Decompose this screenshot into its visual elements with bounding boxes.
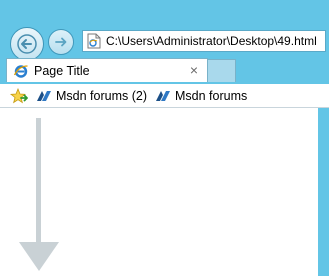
close-icon[interactable]: × — [187, 62, 201, 78]
back-arrow-icon — [17, 34, 37, 54]
new-tab-button[interactable] — [208, 59, 236, 82]
forward-button[interactable] — [48, 29, 74, 55]
tab-title: Page Title — [34, 63, 90, 78]
favorites-bar: Msdn forums (2) Msdn forums — [0, 84, 329, 108]
forward-arrow-icon — [55, 37, 67, 47]
page-file-icon — [87, 33, 101, 49]
add-favorites-star-icon[interactable] — [10, 87, 28, 104]
favorite-label: Msdn forums (2) — [56, 88, 147, 103]
favorite-link-msdn-forums-2[interactable]: Msdn forums (2) — [36, 88, 147, 104]
back-button[interactable] — [10, 27, 44, 61]
msdn-icon — [156, 90, 170, 101]
scroll-down-arrow-icon — [19, 118, 59, 271]
msdn-icon — [37, 90, 51, 101]
favorite-link-msdn-forums[interactable]: Msdn forums — [155, 88, 247, 104]
address-bar[interactable]: C:\Users\Administrator\Desktop\49.html — [82, 30, 326, 52]
window-edge — [318, 108, 329, 276]
tab-page-title[interactable]: Page Title × — [6, 58, 208, 82]
favorite-label: Msdn forums — [175, 88, 248, 103]
address-text: C:\Users\Administrator\Desktop\49.html — [106, 34, 317, 48]
ie-icon — [13, 64, 28, 78]
